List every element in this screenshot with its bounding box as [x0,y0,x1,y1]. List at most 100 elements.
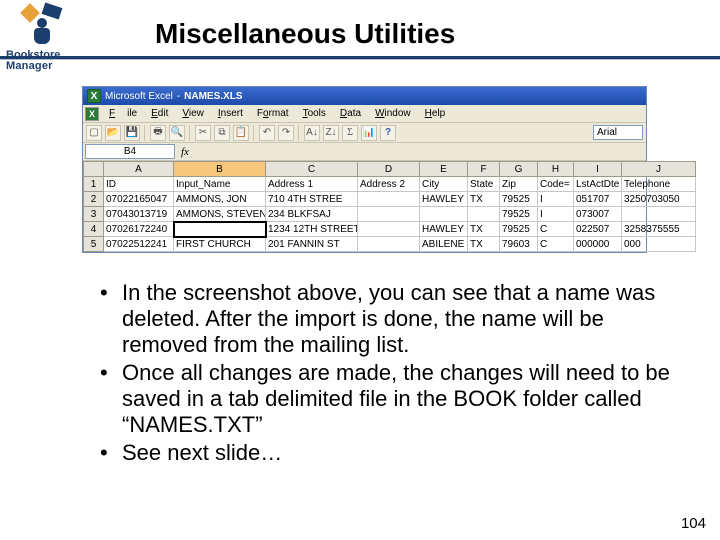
open-icon[interactable]: 📂 [105,125,121,141]
excel-filename: NAMES.XLS [184,91,242,102]
cell[interactable]: 79525 [500,222,538,237]
row-hdr[interactable]: 4 [84,222,104,237]
cell[interactable] [468,207,500,222]
active-cell[interactable] [174,222,266,237]
bullet-item: See next slide… [96,440,670,466]
cell[interactable]: TX [468,192,500,207]
cell[interactable] [420,207,468,222]
logo-graphic [15,8,69,48]
cell[interactable]: LstActDte [574,177,622,192]
cell[interactable]: Address 1 [266,177,358,192]
font-name-box[interactable]: Arial [593,125,643,140]
cell[interactable]: City [420,177,468,192]
cell[interactable]: HAWLEY [420,222,468,237]
cell[interactable]: Code= [538,177,574,192]
cell[interactable]: 79525 [500,207,538,222]
cell[interactable]: TX [468,222,500,237]
menu-tools[interactable]: Tools [297,107,332,120]
cell[interactable] [358,237,420,252]
copy-icon[interactable]: ⧉ [214,125,230,141]
cell[interactable]: State [468,177,500,192]
redo-icon[interactable]: ↷ [278,125,294,141]
print-icon[interactable]: 🖶 [150,125,166,141]
cell[interactable]: 79525 [500,192,538,207]
cell[interactable] [358,192,420,207]
cell[interactable]: 07026172240 [104,222,174,237]
cell[interactable]: 79603 [500,237,538,252]
cell[interactable]: AMMONS, JON [174,192,266,207]
menu-view[interactable]: View [176,107,210,120]
cell[interactable]: TX [468,237,500,252]
cell[interactable]: ID [104,177,174,192]
cell[interactable]: FIRST CHURCH [174,237,266,252]
menu-file[interactable]: File [103,107,143,120]
cell[interactable]: 1234 12TH STREET [266,222,358,237]
col-F[interactable]: F [468,162,500,177]
col-H[interactable]: H [538,162,574,177]
fx-icon[interactable]: fx [181,146,189,158]
cell[interactable]: I [538,192,574,207]
corner-cell[interactable] [84,162,104,177]
paste-icon[interactable]: 📋 [233,125,249,141]
cell[interactable]: 3250703050 [622,192,696,207]
title-underline [0,56,720,59]
cell[interactable]: 000 [622,237,696,252]
col-E[interactable]: E [420,162,468,177]
save-icon[interactable]: 💾 [124,125,140,141]
help-icon[interactable]: ? [380,125,396,141]
chart-icon[interactable]: 📊 [361,125,377,141]
row-hdr[interactable]: 5 [84,237,104,252]
cell[interactable]: ABILENE [420,237,468,252]
col-B[interactable]: B [174,162,266,177]
cell[interactable]: 07022512241 [104,237,174,252]
name-box[interactable]: B4 [85,144,175,159]
cell[interactable]: Zip [500,177,538,192]
cell[interactable]: 000000 [574,237,622,252]
cell[interactable]: 022507 [574,222,622,237]
row-hdr[interactable]: 3 [84,207,104,222]
col-I[interactable]: I [574,162,622,177]
menu-insert[interactable]: Insert [212,107,249,120]
cut-icon[interactable]: ✂ [195,125,211,141]
cell[interactable]: 234 BLKFSAJ [266,207,358,222]
cell[interactable]: HAWLEY [420,192,468,207]
cell[interactable]: Input_Name [174,177,266,192]
sort-asc-icon[interactable]: A↓ [304,125,320,141]
col-G[interactable]: G [500,162,538,177]
undo-icon[interactable]: ↶ [259,125,275,141]
menu-data[interactable]: Data [334,107,367,120]
menu-window[interactable]: Window [369,107,417,120]
cell[interactable]: Telephone [622,177,696,192]
cell[interactable]: 051707 [574,192,622,207]
col-A[interactable]: A [104,162,174,177]
preview-icon[interactable]: 🔍 [169,125,185,141]
cell[interactable]: 201 FANNIN ST [266,237,358,252]
cell[interactable]: 07022165047 [104,192,174,207]
menu-format[interactable]: Format [251,107,295,120]
excel-doc-icon: X [85,107,99,121]
cell[interactable]: 710 4TH STREE [266,192,358,207]
cell[interactable]: C [538,237,574,252]
menu-help[interactable]: Help [419,107,452,120]
col-C[interactable]: C [266,162,358,177]
row-hdr[interactable]: 1 [84,177,104,192]
cell[interactable]: C [538,222,574,237]
body-text: In the screenshot above, you can see tha… [96,280,670,468]
cell[interactable]: I [538,207,574,222]
sort-desc-icon[interactable]: Z↓ [323,125,339,141]
cell[interactable] [358,222,420,237]
cell[interactable]: Address 2 [358,177,420,192]
col-D[interactable]: D [358,162,420,177]
cell[interactable]: 073007 [574,207,622,222]
cell[interactable]: 07043013719 [104,207,174,222]
sum-icon[interactable]: Σ [342,125,358,141]
excel-toolbar: ▢ 📂 💾 🖶 🔍 ✂ ⧉ 📋 ↶ ↷ A↓ Z↓ Σ 📊 ? Arial [83,123,646,143]
col-J[interactable]: J [622,162,696,177]
menu-edit[interactable]: Edit [145,107,174,120]
cell[interactable]: 3258375555 [622,222,696,237]
cell[interactable] [622,207,696,222]
new-icon[interactable]: ▢ [86,125,102,141]
cell[interactable]: AMMONS, STEVEN [174,207,266,222]
cell[interactable] [358,207,420,222]
row-hdr[interactable]: 2 [84,192,104,207]
